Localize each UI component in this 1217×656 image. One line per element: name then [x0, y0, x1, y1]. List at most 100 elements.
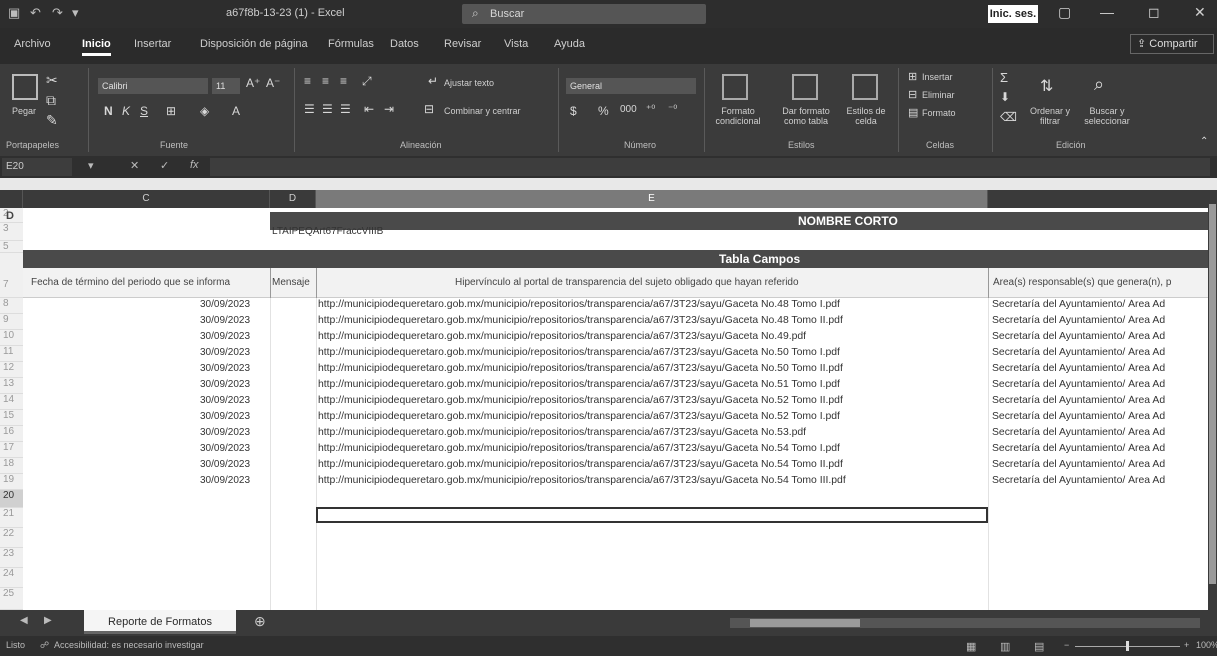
row-header[interactable]: 13: [0, 378, 23, 394]
url-cell[interactable]: http://municipiodequeretaro.gob.mx/munic…: [318, 443, 986, 454]
clear-icon[interactable]: ⌫: [1000, 110, 1017, 124]
increase-font-icon[interactable]: A⁺: [246, 76, 260, 90]
date-cell[interactable]: 30/09/2023: [200, 315, 250, 326]
collapse-ribbon-icon[interactable]: ⌃: [1200, 136, 1208, 147]
cell-styles-icon[interactable]: [852, 74, 878, 100]
align-left-icon[interactable]: ☰: [304, 102, 315, 116]
fill-color-icon[interactable]: ◈: [200, 104, 209, 118]
currency-icon[interactable]: $: [570, 104, 577, 118]
name-box[interactable]: E20: [2, 158, 72, 176]
save-icon[interactable]: ▣: [8, 5, 20, 21]
url-cell[interactable]: http://municipiodequeretaro.gob.mx/munic…: [318, 395, 986, 406]
decrease-font-icon[interactable]: A⁻: [266, 76, 280, 90]
vertical-scrollbar[interactable]: [1208, 190, 1217, 610]
cell-styles-button[interactable]: Estilos de celda: [844, 106, 888, 126]
decrease-indent-icon[interactable]: ⇤: [364, 102, 374, 116]
row-header[interactable]: 19: [0, 474, 23, 490]
fill-icon[interactable]: ⬇: [1000, 90, 1010, 104]
insert-cells-button[interactable]: Insertar: [922, 72, 953, 82]
align-middle-icon[interactable]: ≡: [322, 74, 329, 88]
redo-icon[interactable]: ↷: [52, 5, 63, 21]
row-header[interactable]: 15: [0, 410, 23, 426]
area-cell[interactable]: Secretaría del Ayuntamiento/ Área Ad: [992, 331, 1210, 342]
font-color-icon[interactable]: A: [232, 104, 240, 118]
row-header[interactable]: 23: [0, 548, 23, 568]
row-header[interactable]: 11: [0, 346, 23, 362]
sort-filter-icon[interactable]: ⇅: [1040, 76, 1053, 96]
format-cells-icon[interactable]: ▤: [908, 106, 918, 119]
comma-style-icon[interactable]: 000: [620, 104, 637, 115]
bold-icon[interactable]: N: [104, 104, 113, 118]
increase-decimal-icon[interactable]: ⁺⁰: [646, 104, 655, 115]
orientation-icon[interactable]: ⤢: [362, 74, 372, 89]
row-header[interactable]: 8: [0, 298, 23, 314]
zoom-in-icon[interactable]: +: [1184, 640, 1189, 650]
date-cell[interactable]: 30/09/2023: [200, 299, 250, 310]
page-layout-icon[interactable]: ▥: [1000, 640, 1010, 653]
tab-ayuda[interactable]: Ayuda: [554, 38, 585, 50]
area-cell[interactable]: Secretaría del Ayuntamiento/ Área Ad: [992, 395, 1210, 406]
zoom-level[interactable]: 100%: [1196, 640, 1217, 650]
close-icon[interactable]: ✕: [1194, 4, 1206, 21]
customize-toolbar-icon[interactable]: ▾: [72, 5, 79, 21]
format-as-table-icon[interactable]: [792, 74, 818, 100]
cancel-icon[interactable]: ✕: [130, 159, 139, 172]
tab-inicio[interactable]: Inicio: [82, 38, 111, 56]
spreadsheet-grid[interactable]: C D E 2 3 5 7 8 9 10 11 12 13 14 15 16 1…: [0, 190, 1212, 610]
wrap-text-icon[interactable]: ↵: [428, 74, 438, 88]
align-center-icon[interactable]: ☰: [322, 102, 333, 116]
decrease-decimal-icon[interactable]: ⁻⁰: [668, 104, 677, 115]
url-cell[interactable]: http://municipiodequeretaro.gob.mx/munic…: [318, 427, 986, 438]
conditional-format-icon[interactable]: [722, 74, 748, 100]
url-cell[interactable]: http://municipiodequeretaro.gob.mx/munic…: [318, 347, 986, 358]
prev-sheet-icon[interactable]: ◀: [20, 615, 28, 626]
tab-vista[interactable]: Vista: [504, 38, 528, 50]
name-box-dropdown-icon[interactable]: ▾: [88, 159, 94, 172]
align-bottom-icon[interactable]: ≡: [340, 74, 347, 88]
date-cell[interactable]: 30/09/2023: [200, 475, 250, 486]
format-painter-icon[interactable]: ✎: [46, 112, 58, 129]
font-size-select[interactable]: 11: [212, 78, 240, 94]
align-right-icon[interactable]: ☰: [340, 102, 351, 116]
row-header[interactable]: 21: [0, 508, 23, 528]
merge-center-button[interactable]: Combinar y centrar: [444, 106, 521, 116]
insert-cells-icon[interactable]: ⊞: [908, 70, 917, 83]
formula-input[interactable]: [210, 158, 1210, 176]
row-header[interactable]: 22: [0, 528, 23, 548]
align-top-icon[interactable]: ≡: [304, 74, 311, 88]
date-cell[interactable]: 30/09/2023: [200, 379, 250, 390]
row-header[interactable]: 14: [0, 394, 23, 410]
share-button[interactable]: ⇪ Compartir: [1130, 34, 1214, 54]
normal-view-icon[interactable]: ▦: [966, 640, 976, 653]
add-sheet-icon[interactable]: ⊕: [254, 613, 266, 630]
date-cell[interactable]: 30/09/2023: [200, 427, 250, 438]
area-cell[interactable]: Secretaría del Ayuntamiento/ Área Ad: [992, 299, 1210, 310]
find-select-icon[interactable]: ⌕: [1094, 74, 1104, 95]
delete-cells-icon[interactable]: ⊟: [908, 88, 917, 101]
vertical-scroll-thumb[interactable]: [1209, 204, 1216, 584]
area-cell[interactable]: Secretaría del Ayuntamiento/ Área Ad: [992, 411, 1210, 422]
sheet-tab-reporte[interactable]: Reporte de Formatos: [84, 610, 236, 634]
row-header[interactable]: 10: [0, 330, 23, 346]
date-cell[interactable]: 30/09/2023: [200, 459, 250, 470]
borders-icon[interactable]: ⊞: [166, 104, 176, 118]
zoom-slider-thumb[interactable]: [1126, 641, 1129, 651]
italic-icon[interactable]: K: [122, 104, 130, 118]
zoom-out-icon[interactable]: −: [1064, 640, 1069, 650]
conditional-format-button[interactable]: Formato condicional: [710, 106, 766, 126]
url-cell[interactable]: http://municipiodequeretaro.gob.mx/munic…: [318, 379, 986, 390]
tab-revisar[interactable]: Revisar: [444, 38, 481, 50]
area-cell[interactable]: Secretaría del Ayuntamiento/ Área Ad: [992, 475, 1210, 486]
horizontal-scrollbar[interactable]: [730, 618, 1200, 628]
area-cell[interactable]: Secretaría del Ayuntamiento/ Área Ad: [992, 443, 1210, 454]
tab-insertar[interactable]: Insertar: [134, 38, 171, 50]
increase-indent-icon[interactable]: ⇥: [384, 102, 394, 116]
tab-datos[interactable]: Datos: [390, 38, 419, 50]
column-header-d[interactable]: D: [270, 190, 316, 208]
sign-in-button[interactable]: Inic. ses.: [988, 5, 1038, 23]
row-header[interactable]: 9: [0, 314, 23, 330]
area-cell[interactable]: Secretaría del Ayuntamiento/ Área Ad: [992, 459, 1210, 470]
date-cell[interactable]: 30/09/2023: [200, 411, 250, 422]
date-cell[interactable]: 30/09/2023: [200, 395, 250, 406]
insert-function-icon[interactable]: fx: [190, 159, 199, 171]
